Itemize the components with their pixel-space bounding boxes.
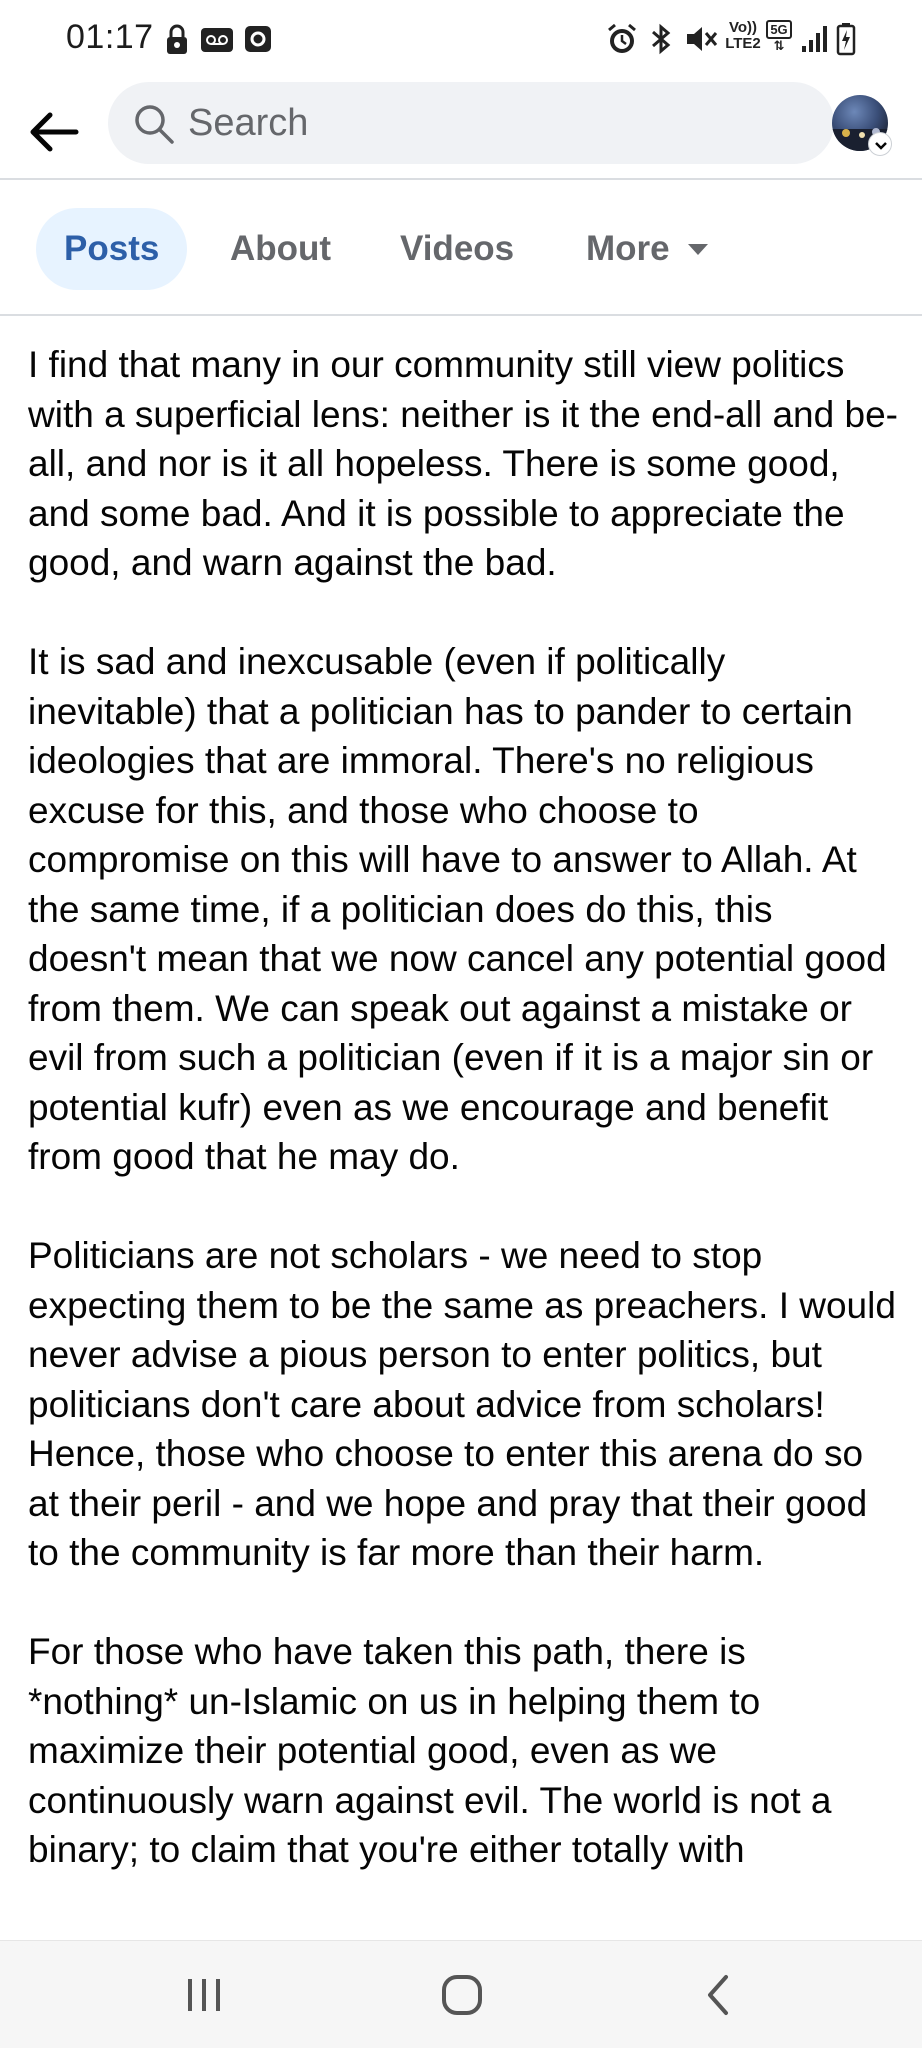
- tab-about-label: About: [230, 229, 332, 268]
- volte-label-bottom: LTE2: [725, 35, 761, 52]
- nav-back-icon[interactable]: [694, 1969, 746, 2021]
- system-nav-bar: [0, 1940, 922, 2048]
- account-menu-chevron[interactable]: [868, 132, 892, 156]
- lock-icon: [167, 24, 187, 54]
- tab-posts[interactable]: Posts: [36, 208, 188, 290]
- battery-icon: [836, 23, 856, 56]
- tab-posts-label: Posts: [64, 229, 160, 268]
- volte-indicator: Vo)) LTE2: [724, 20, 762, 52]
- back-arrow-icon[interactable]: [24, 102, 84, 162]
- bluetooth-icon: [652, 23, 671, 55]
- status-bar: 01:17 Vo)) LTE2 5G ⇅: [0, 0, 922, 80]
- network-type: 5G ⇅: [766, 20, 792, 53]
- data-arrows-icon: ⇅: [773, 38, 785, 53]
- search-input[interactable]: [188, 82, 788, 164]
- recent-apps-icon[interactable]: [178, 1969, 230, 2021]
- search-bar[interactable]: [108, 82, 834, 164]
- network-label: 5G: [766, 20, 792, 39]
- search-icon: [135, 105, 174, 144]
- home-icon[interactable]: [436, 1969, 488, 2021]
- tab-more-label: More: [586, 229, 670, 268]
- alarm-icon: [608, 23, 636, 53]
- mute-icon: [687, 27, 718, 51]
- status-time: 01:17: [66, 18, 154, 56]
- app-icon: [245, 26, 271, 52]
- tab-more[interactable]: More: [586, 208, 708, 290]
- post-paragraph: Politicians are not scholars - we need t…: [28, 1235, 896, 1573]
- caret-down-icon: [687, 243, 708, 255]
- volte-label-top: Vo)): [728, 19, 758, 36]
- post-paragraph: It is sad and inexcusable (even if polit…: [28, 641, 887, 1177]
- tab-videos[interactable]: Videos: [400, 208, 514, 290]
- post-paragraph: For those who have taken this path, ther…: [28, 1631, 832, 1870]
- chevron-down-icon: [875, 142, 887, 150]
- voicemail-icon: [201, 28, 233, 52]
- header-bar: [0, 80, 922, 180]
- tab-videos-label: Videos: [400, 229, 515, 268]
- post-body: I find that many in our community still …: [28, 340, 898, 1940]
- page-tabs: Posts About Videos More: [0, 182, 922, 316]
- signal-icon: [802, 26, 827, 52]
- tab-about[interactable]: About: [230, 208, 331, 290]
- post-paragraph: I find that many in our community still …: [28, 344, 898, 583]
